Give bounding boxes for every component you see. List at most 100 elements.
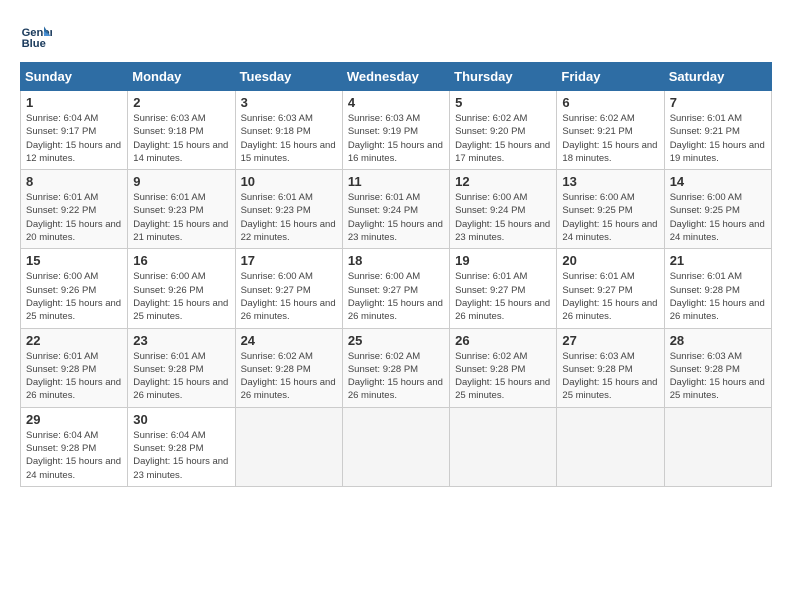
day-info: Sunrise: 6:00 AM Sunset: 9:26 PM Dayligh… — [133, 270, 229, 323]
day-info: Sunrise: 6:00 AM Sunset: 9:27 PM Dayligh… — [241, 270, 337, 323]
empty-cell — [557, 407, 664, 486]
sunrise-line: Sunrise: 6:01 AM — [455, 270, 551, 283]
day-cell: 18 Sunrise: 6:00 AM Sunset: 9:27 PM Dayl… — [342, 249, 449, 328]
sunset-line: Sunset: 9:28 PM — [455, 363, 551, 376]
day-number: 2 — [133, 95, 229, 110]
day-info: Sunrise: 6:04 AM Sunset: 9:28 PM Dayligh… — [133, 429, 229, 482]
sunrise-line: Sunrise: 6:03 AM — [348, 112, 444, 125]
daylight-line: Daylight: 15 hours and 25 minutes. — [133, 297, 229, 324]
sunrise-line: Sunrise: 6:00 AM — [455, 191, 551, 204]
sunset-line: Sunset: 9:23 PM — [241, 204, 337, 217]
day-number: 9 — [133, 174, 229, 189]
day-cell: 13 Sunrise: 6:00 AM Sunset: 9:25 PM Dayl… — [557, 170, 664, 249]
calendar: Sunday Monday Tuesday Wednesday Thursday… — [20, 62, 772, 487]
daylight-line: Daylight: 15 hours and 16 minutes. — [348, 139, 444, 166]
day-info: Sunrise: 6:01 AM Sunset: 9:21 PM Dayligh… — [670, 112, 766, 165]
sunset-line: Sunset: 9:28 PM — [26, 442, 122, 455]
empty-cell — [235, 407, 342, 486]
sunrise-line: Sunrise: 6:01 AM — [241, 191, 337, 204]
daylight-line: Daylight: 15 hours and 26 minutes. — [670, 297, 766, 324]
day-info: Sunrise: 6:01 AM Sunset: 9:28 PM Dayligh… — [670, 270, 766, 323]
header: General Blue — [20, 20, 772, 52]
day-number: 30 — [133, 412, 229, 427]
daylight-line: Daylight: 15 hours and 24 minutes. — [670, 218, 766, 245]
daylight-line: Daylight: 15 hours and 26 minutes. — [26, 376, 122, 403]
day-number: 26 — [455, 333, 551, 348]
sunrise-line: Sunrise: 6:00 AM — [26, 270, 122, 283]
day-cell: 25 Sunrise: 6:02 AM Sunset: 9:28 PM Dayl… — [342, 328, 449, 407]
sunrise-line: Sunrise: 6:01 AM — [26, 191, 122, 204]
sunrise-line: Sunrise: 6:01 AM — [670, 270, 766, 283]
day-cell: 27 Sunrise: 6:03 AM Sunset: 9:28 PM Dayl… — [557, 328, 664, 407]
day-info: Sunrise: 6:02 AM Sunset: 9:28 PM Dayligh… — [348, 350, 444, 403]
day-info: Sunrise: 6:00 AM Sunset: 9:25 PM Dayligh… — [670, 191, 766, 244]
day-info: Sunrise: 6:01 AM Sunset: 9:28 PM Dayligh… — [133, 350, 229, 403]
sunrise-line: Sunrise: 6:01 AM — [348, 191, 444, 204]
empty-cell — [664, 407, 771, 486]
sunset-line: Sunset: 9:25 PM — [670, 204, 766, 217]
daylight-line: Daylight: 15 hours and 26 minutes. — [348, 297, 444, 324]
header-tuesday: Tuesday — [235, 63, 342, 91]
sunset-line: Sunset: 9:28 PM — [670, 284, 766, 297]
daylight-line: Daylight: 15 hours and 26 minutes. — [348, 376, 444, 403]
sunset-line: Sunset: 9:28 PM — [26, 363, 122, 376]
sunrise-line: Sunrise: 6:01 AM — [133, 350, 229, 363]
day-info: Sunrise: 6:03 AM Sunset: 9:28 PM Dayligh… — [562, 350, 658, 403]
day-info: Sunrise: 6:03 AM Sunset: 9:18 PM Dayligh… — [241, 112, 337, 165]
sunrise-line: Sunrise: 6:03 AM — [562, 350, 658, 363]
daylight-line: Daylight: 15 hours and 25 minutes. — [455, 376, 551, 403]
sunset-line: Sunset: 9:27 PM — [455, 284, 551, 297]
day-cell: 28 Sunrise: 6:03 AM Sunset: 9:28 PM Dayl… — [664, 328, 771, 407]
day-cell: 11 Sunrise: 6:01 AM Sunset: 9:24 PM Dayl… — [342, 170, 449, 249]
sunset-line: Sunset: 9:28 PM — [133, 442, 229, 455]
calendar-week-row: 1 Sunrise: 6:04 AM Sunset: 9:17 PM Dayli… — [21, 91, 772, 170]
day-cell: 2 Sunrise: 6:03 AM Sunset: 9:18 PM Dayli… — [128, 91, 235, 170]
svg-text:Blue: Blue — [22, 38, 46, 50]
day-cell: 26 Sunrise: 6:02 AM Sunset: 9:28 PM Dayl… — [450, 328, 557, 407]
header-monday: Monday — [128, 63, 235, 91]
day-cell: 19 Sunrise: 6:01 AM Sunset: 9:27 PM Dayl… — [450, 249, 557, 328]
day-info: Sunrise: 6:04 AM Sunset: 9:17 PM Dayligh… — [26, 112, 122, 165]
daylight-line: Daylight: 15 hours and 14 minutes. — [133, 139, 229, 166]
daylight-line: Daylight: 15 hours and 23 minutes. — [133, 455, 229, 482]
daylight-line: Daylight: 15 hours and 21 minutes. — [133, 218, 229, 245]
daylight-line: Daylight: 15 hours and 15 minutes. — [241, 139, 337, 166]
day-cell: 23 Sunrise: 6:01 AM Sunset: 9:28 PM Dayl… — [128, 328, 235, 407]
day-cell: 16 Sunrise: 6:00 AM Sunset: 9:26 PM Dayl… — [128, 249, 235, 328]
sunrise-line: Sunrise: 6:01 AM — [670, 112, 766, 125]
day-cell: 3 Sunrise: 6:03 AM Sunset: 9:18 PM Dayli… — [235, 91, 342, 170]
day-info: Sunrise: 6:02 AM Sunset: 9:21 PM Dayligh… — [562, 112, 658, 165]
daylight-line: Daylight: 15 hours and 23 minutes. — [455, 218, 551, 245]
day-number: 15 — [26, 253, 122, 268]
day-info: Sunrise: 6:01 AM Sunset: 9:27 PM Dayligh… — [562, 270, 658, 323]
day-number: 20 — [562, 253, 658, 268]
daylight-line: Daylight: 15 hours and 26 minutes. — [455, 297, 551, 324]
sunrise-line: Sunrise: 6:04 AM — [26, 112, 122, 125]
day-info: Sunrise: 6:01 AM Sunset: 9:27 PM Dayligh… — [455, 270, 551, 323]
sunset-line: Sunset: 9:28 PM — [348, 363, 444, 376]
day-cell: 20 Sunrise: 6:01 AM Sunset: 9:27 PM Dayl… — [557, 249, 664, 328]
day-number: 22 — [26, 333, 122, 348]
day-cell: 21 Sunrise: 6:01 AM Sunset: 9:28 PM Dayl… — [664, 249, 771, 328]
daylight-line: Daylight: 15 hours and 22 minutes. — [241, 218, 337, 245]
day-number: 19 — [455, 253, 551, 268]
day-number: 14 — [670, 174, 766, 189]
sunset-line: Sunset: 9:26 PM — [133, 284, 229, 297]
sunset-line: Sunset: 9:26 PM — [26, 284, 122, 297]
daylight-line: Daylight: 15 hours and 26 minutes. — [241, 376, 337, 403]
sunset-line: Sunset: 9:22 PM — [26, 204, 122, 217]
sunrise-line: Sunrise: 6:03 AM — [241, 112, 337, 125]
sunset-line: Sunset: 9:21 PM — [562, 125, 658, 138]
day-info: Sunrise: 6:00 AM Sunset: 9:25 PM Dayligh… — [562, 191, 658, 244]
day-cell: 22 Sunrise: 6:01 AM Sunset: 9:28 PM Dayl… — [21, 328, 128, 407]
day-info: Sunrise: 6:01 AM Sunset: 9:28 PM Dayligh… — [26, 350, 122, 403]
daylight-line: Daylight: 15 hours and 24 minutes. — [26, 455, 122, 482]
daylight-line: Daylight: 15 hours and 12 minutes. — [26, 139, 122, 166]
sunrise-line: Sunrise: 6:02 AM — [455, 112, 551, 125]
day-cell: 10 Sunrise: 6:01 AM Sunset: 9:23 PM Dayl… — [235, 170, 342, 249]
sunset-line: Sunset: 9:17 PM — [26, 125, 122, 138]
sunrise-line: Sunrise: 6:00 AM — [562, 191, 658, 204]
day-cell: 5 Sunrise: 6:02 AM Sunset: 9:20 PM Dayli… — [450, 91, 557, 170]
day-cell: 30 Sunrise: 6:04 AM Sunset: 9:28 PM Dayl… — [128, 407, 235, 486]
day-number: 16 — [133, 253, 229, 268]
